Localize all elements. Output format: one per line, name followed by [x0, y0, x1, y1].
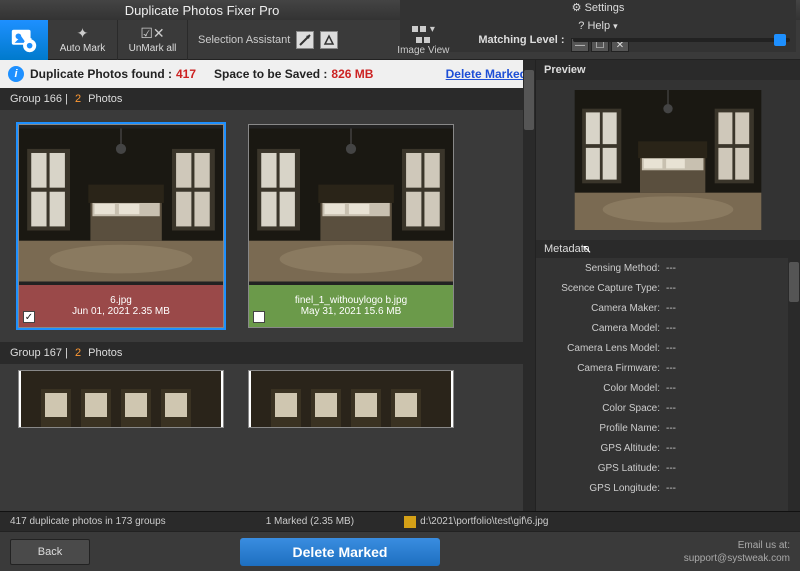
matching-level-slider[interactable] [573, 38, 790, 42]
metadata-key: Color Model: [536, 383, 666, 394]
duplicate-count: 417 [176, 67, 196, 81]
thumbnail-grid [0, 364, 535, 428]
metadata-value: --- [666, 423, 676, 434]
metadata-key: Scence Capture Type: [536, 283, 666, 294]
metadata-row: Profile Name:--- [536, 418, 800, 438]
metadata-value: --- [666, 283, 676, 294]
gear-icon: ⚙ [572, 2, 582, 14]
wand-icon: ✦ [77, 25, 89, 41]
help-link[interactable]: ? Help ▾ [578, 20, 617, 32]
settings-link[interactable]: ⚙ Settings [572, 1, 625, 14]
grid-icon [412, 26, 426, 32]
cursor-icon: ↖ [582, 242, 592, 256]
photo-checkbox[interactable]: ✓ [23, 311, 35, 323]
vertical-scrollbar[interactable] [788, 258, 800, 511]
status-marked: 1 Marked (2.35 MB) [266, 516, 354, 527]
preview-image [563, 90, 773, 230]
delete-marked-button[interactable]: Delete Marked [240, 538, 440, 566]
metadata-value: --- [666, 263, 676, 274]
photo-thumbnail[interactable] [19, 125, 223, 285]
metadata-value: --- [666, 363, 676, 374]
metadata-value: --- [666, 343, 676, 354]
photo-card[interactable]: 6.jpg Jun 01, 2021 2.35 MB ✓ [18, 124, 224, 328]
metadata-key: GPS Altitude: [536, 443, 666, 454]
metadata-value: --- [666, 323, 676, 334]
photo-thumbnail[interactable] [249, 125, 453, 285]
thumbnail-grid: 6.jpg Jun 01, 2021 2.35 MB ✓ finel_1_wit… [0, 110, 535, 342]
metadata-key: Profile Name: [536, 423, 666, 434]
photo-meta: Jun 01, 2021 2.35 MB [72, 306, 170, 317]
app-logo [0, 20, 48, 60]
metadata-row: Scence Capture Type:--- [536, 278, 800, 298]
unmark-all-button[interactable]: ☑✕ UnMark all [118, 20, 188, 60]
photo-footer: 6.jpg Jun 01, 2021 2.35 MB [19, 285, 223, 327]
group-header: Group 167 | 2 Photos [0, 342, 535, 364]
metadata-row: Camera Maker:--- [536, 298, 800, 318]
bottom-bar: Back Delete Marked Email us at: support@… [0, 531, 800, 571]
title-bar: Duplicate Photos Fixer Pro ▾ ⚙ Settings … [0, 0, 800, 20]
auto-mark-button[interactable]: ✦ Auto Mark [48, 20, 118, 60]
scrollbar-handle[interactable] [524, 70, 534, 130]
metadata-header: MMetadata ↖ [536, 240, 800, 258]
photo-card[interactable]: finel_1_withouylogo b.jpg May 31, 2021 1… [248, 124, 454, 328]
selection-assistant-label: Selection Assistant [198, 34, 290, 46]
photo-filename: finel_1_withouylogo b.jpg [295, 295, 407, 306]
info-icon: i [8, 66, 24, 82]
space-saved: 826 MB [331, 67, 373, 81]
metadata-row: Camera Lens Model:--- [536, 338, 800, 358]
metadata-row: Camera Firmware:--- [536, 358, 800, 378]
metadata-key: GPS Longitude: [536, 483, 666, 494]
metadata-row: Color Model:--- [536, 378, 800, 398]
photo-card[interactable] [18, 370, 224, 428]
photo-filename: 6.jpg [110, 295, 132, 306]
photo-meta: May 31, 2021 15.6 MB [301, 306, 402, 317]
group-header: Group 166 | 2 Photos [0, 88, 535, 110]
photo-footer: finel_1_withouylogo b.jpg May 31, 2021 1… [249, 285, 453, 327]
preview-header: Preview [536, 60, 800, 80]
scrollbar-handle[interactable] [789, 262, 799, 302]
metadata-row: GPS Latitude:--- [536, 458, 800, 478]
status-path: d:\2021\portfolio\test\gif\6.jpg [404, 516, 548, 528]
preview-pane [536, 80, 800, 240]
metadata-value: --- [666, 303, 676, 314]
metadata-key: Color Space: [536, 403, 666, 414]
app-title: Duplicate Photos Fixer Pro [4, 3, 400, 18]
metadata-key: Camera Firmware: [536, 363, 666, 374]
metadata-row: Sensing Method:--- [536, 258, 800, 278]
selection-tool-2-button[interactable] [320, 31, 338, 49]
status-bar: 417 duplicate photos in 173 groups 1 Mar… [0, 511, 800, 531]
metadata-value: --- [666, 463, 676, 474]
unmark-icon: ☑✕ [140, 25, 164, 41]
metadata-row: Color Space:--- [536, 398, 800, 418]
metadata-row: GPS Longitude:--- [536, 478, 800, 498]
metadata-key: GPS Latitude: [536, 463, 666, 474]
metadata-value: --- [666, 383, 676, 394]
photo-checkbox[interactable] [253, 311, 265, 323]
support-email: Email us at: support@systweak.com [684, 539, 790, 565]
metadata-row: GPS Altitude:--- [536, 438, 800, 458]
metadata-key: Camera Maker: [536, 303, 666, 314]
metadata-panel: Sensing Method:---Scence Capture Type:--… [536, 258, 800, 511]
metadata-key: Sensing Method: [536, 263, 666, 274]
metadata-row: Camera Model:--- [536, 318, 800, 338]
chevron-down-icon: ▾ [430, 24, 435, 35]
metadata-key: Camera Model: [536, 323, 666, 334]
matching-level-label: Matching Level : [478, 34, 564, 46]
selection-tool-1-button[interactable] [296, 31, 314, 49]
metadata-value: --- [666, 403, 676, 414]
vertical-scrollbar[interactable] [523, 60, 535, 511]
slider-thumb[interactable] [774, 34, 786, 46]
status-summary: 417 duplicate photos in 173 groups [10, 516, 166, 527]
delete-marked-link[interactable]: Delete Marked [446, 67, 527, 81]
folder-icon [404, 516, 416, 528]
image-view-toggle[interactable]: ▾ Image View [378, 24, 468, 56]
back-button[interactable]: Back [10, 539, 90, 565]
selection-assistant: Selection Assistant [188, 31, 348, 49]
photo-card[interactable] [248, 370, 454, 428]
metadata-key: Camera Lens Model: [536, 343, 666, 354]
metadata-value: --- [666, 483, 676, 494]
metadata-value: --- [666, 443, 676, 454]
info-bar: i Duplicate Photos found : 417 Space to … [0, 60, 535, 88]
